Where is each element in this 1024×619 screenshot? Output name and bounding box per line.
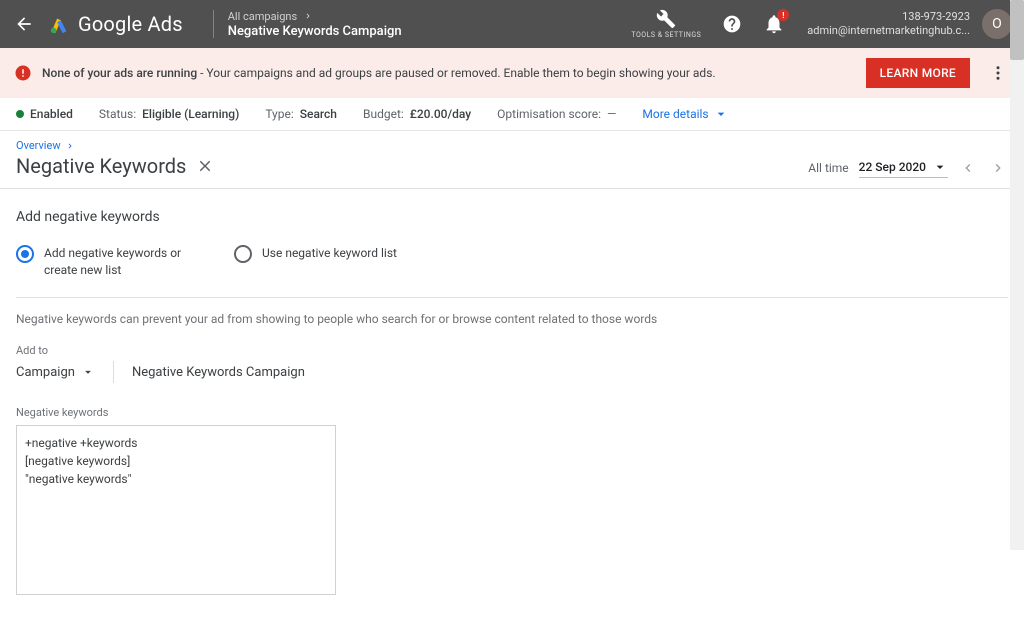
selected-campaign[interactable]: Negative Keywords Campaign	[132, 365, 305, 380]
avatar[interactable]: O	[982, 9, 1012, 39]
account-email: admin@internetmarketinghub.c...	[807, 24, 970, 38]
chevron-left-icon	[960, 160, 976, 176]
breadcrumb-current: Negative Keywords Campaign	[228, 24, 402, 39]
learn-more-button[interactable]: LEARN MORE	[866, 58, 970, 88]
alert-menu-button[interactable]	[986, 61, 1010, 85]
chevron-right-icon	[990, 160, 1006, 176]
campaign-budget: Budget:£20.00/day	[363, 107, 471, 121]
radio-group: Add negative keywords or create new list…	[16, 245, 1008, 298]
breadcrumb-parent: All campaigns	[228, 10, 297, 23]
radio-add-keywords[interactable]: Add negative keywords or create new list	[16, 245, 194, 279]
alert-banner: None of your ads are running - Your camp…	[0, 48, 1024, 98]
dropdown-icon	[81, 365, 95, 379]
radio-on-icon	[16, 245, 34, 263]
more-vert-icon	[989, 64, 1007, 82]
optimisation-score: Optimisation score:—	[497, 107, 616, 121]
negative-keywords-input[interactable]	[16, 425, 336, 595]
vertical-divider	[213, 10, 214, 38]
add-to-label: Add to	[16, 344, 1008, 357]
keywords-label: Negative keywords	[16, 406, 1008, 419]
page-scrollbar[interactable]	[1010, 0, 1024, 550]
help-text: Negative keywords can prevent your ad fr…	[16, 312, 1008, 326]
tools-settings-button[interactable]: TOOLS & SETTINGS	[631, 9, 701, 39]
date-range-selector[interactable]: All time 22 Sep 2020	[808, 158, 1008, 178]
help-icon	[722, 14, 742, 34]
page-subheader: Overview Negative Keywords All time 22 S…	[0, 131, 1024, 189]
scroll-thumb[interactable]	[1010, 0, 1024, 60]
back-button[interactable]	[12, 12, 36, 36]
close-icon[interactable]	[196, 157, 214, 175]
notification-badge: !	[777, 9, 789, 21]
date-next-button[interactable]	[988, 158, 1008, 178]
enabled-status[interactable]: Enabled	[16, 107, 73, 121]
alert-text: None of your ads are running - Your camp…	[42, 66, 856, 80]
account-info[interactable]: 138-973-2923 admin@internetmarketinghub.…	[807, 10, 970, 39]
radio-use-list[interactable]: Use negative keyword list	[234, 245, 397, 279]
vertical-divider	[113, 361, 114, 383]
account-phone: 138-973-2923	[902, 10, 970, 24]
product-logo: Google Ads	[48, 12, 183, 36]
campaign-status: Status:Eligible (Learning)	[99, 107, 239, 121]
enabled-dot-icon	[16, 110, 24, 118]
overview-breadcrumb[interactable]: Overview	[16, 139, 808, 152]
google-ads-icon	[48, 13, 70, 35]
chevron-right-icon	[65, 141, 75, 151]
chevron-right-icon	[303, 11, 313, 21]
page-title: Negative Keywords	[16, 154, 808, 178]
add-to-row: Campaign Negative Keywords Campaign	[16, 361, 1008, 384]
status-bar: Enabled Status:Eligible (Learning) Type:…	[0, 98, 1024, 131]
header-breadcrumb[interactable]: All campaigns Negative Keywords Campaign	[228, 10, 402, 39]
help-button[interactable]	[721, 13, 743, 35]
more-details-link[interactable]: More details	[642, 106, 728, 122]
section-heading: Add negative keywords	[16, 209, 1008, 225]
date-prev-button[interactable]	[958, 158, 978, 178]
campaign-type: Type:Search	[265, 107, 337, 121]
chevron-down-icon	[713, 106, 729, 122]
app-header: Google Ads All campaigns Negative Keywor…	[0, 0, 1024, 48]
dropdown-icon	[932, 159, 948, 175]
radio-off-icon	[234, 245, 252, 263]
main-content: Add negative keywords Add negative keywo…	[0, 189, 1024, 619]
add-to-selector[interactable]: Campaign	[16, 361, 95, 384]
product-name: Google Ads	[78, 12, 183, 36]
tools-label: TOOLS & SETTINGS	[631, 31, 701, 39]
notifications-button[interactable]: !	[763, 13, 785, 35]
wrench-icon	[656, 9, 676, 29]
error-icon	[14, 64, 32, 82]
